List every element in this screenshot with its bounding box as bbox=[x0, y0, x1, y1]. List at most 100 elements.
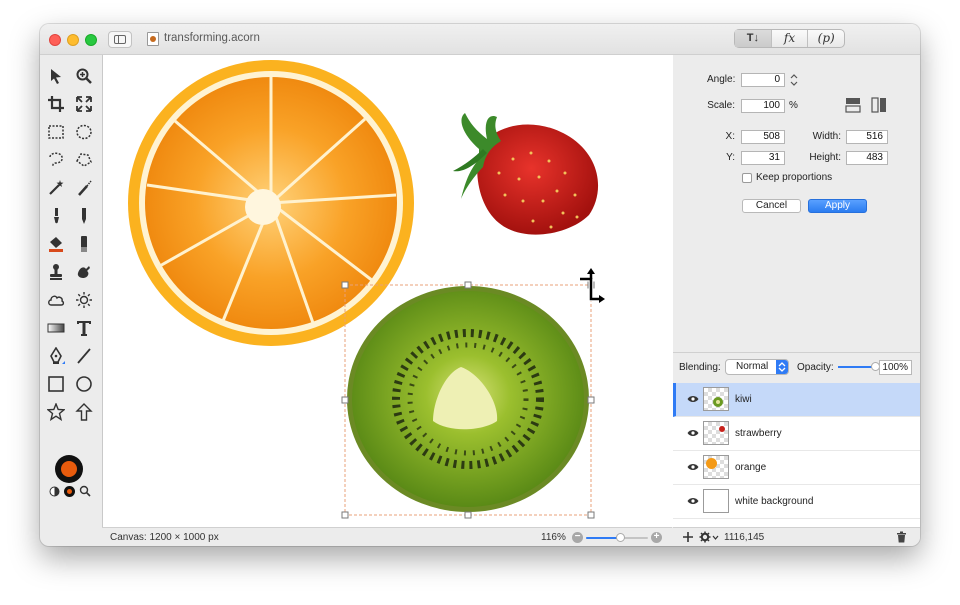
resize-cursor-icon bbox=[580, 268, 605, 303]
layer-row-kiwi[interactable]: kiwi bbox=[673, 383, 920, 417]
star-tool-icon[interactable] bbox=[45, 401, 67, 423]
layers-bottom-bar: 1116,145 bbox=[673, 527, 920, 546]
chevron-updown-icon bbox=[776, 360, 788, 374]
pencil-tool-icon[interactable] bbox=[73, 205, 95, 227]
layer-row-white-background[interactable]: white background bbox=[673, 485, 920, 519]
blending-mode-select[interactable]: Normal bbox=[725, 359, 789, 375]
zoom-in-icon[interactable]: + bbox=[651, 532, 662, 543]
arrow-tool-icon[interactable] bbox=[73, 401, 95, 423]
cancel-button[interactable]: Cancel bbox=[742, 199, 801, 213]
rect-select-tool-icon[interactable] bbox=[45, 121, 67, 143]
color-picker-magnifier-icon[interactable] bbox=[79, 485, 91, 497]
layer-thumbnail-strawberry bbox=[703, 421, 729, 445]
tab-filters[interactable]: fx bbox=[772, 30, 809, 47]
transform-tool-icon[interactable] bbox=[73, 93, 95, 115]
crop-tool-icon[interactable] bbox=[45, 93, 67, 115]
blending-label: Blending: bbox=[679, 362, 721, 373]
height-label: Height: bbox=[809, 152, 841, 163]
scale-unit-label: % bbox=[789, 100, 798, 111]
orange-slice-image bbox=[128, 60, 414, 346]
width-field[interactable]: 516 bbox=[846, 130, 888, 144]
apply-button[interactable]: Apply bbox=[808, 199, 867, 213]
swap-colors-icon[interactable] bbox=[64, 486, 75, 497]
image-canvas[interactable] bbox=[102, 55, 674, 527]
inspector-mode-segmented-control: T↓ fx (p) bbox=[734, 29, 845, 48]
canvas-artwork bbox=[128, 60, 605, 519]
visibility-eye-icon[interactable] bbox=[687, 463, 699, 471]
stroke-color-well[interactable] bbox=[55, 455, 83, 483]
handle-middle-left[interactable] bbox=[341, 396, 349, 404]
default-colors-icon[interactable] bbox=[49, 486, 60, 497]
visibility-eye-icon[interactable] bbox=[687, 497, 699, 505]
canvas-size-label: Canvas: 1200 × 1000 px bbox=[110, 532, 219, 543]
sidebar-icon bbox=[114, 35, 126, 44]
eraser-tool-icon[interactable] bbox=[73, 233, 95, 255]
select-tool-icon[interactable] bbox=[45, 65, 67, 87]
layer-row-strawberry[interactable]: strawberry bbox=[673, 417, 920, 451]
rectangle-tool-icon[interactable] bbox=[45, 373, 67, 395]
clone-tool-icon[interactable] bbox=[45, 261, 67, 283]
layer-thumbnail-white-background bbox=[703, 489, 729, 513]
visibility-eye-icon[interactable] bbox=[687, 395, 699, 403]
tab-properties[interactable]: (p) bbox=[808, 30, 844, 47]
layer-thumbnail-orange bbox=[703, 455, 729, 479]
layers-panel: Blending: Normal Opacity: 100% kiwi stra… bbox=[673, 352, 920, 528]
magic-wand-tool-icon[interactable] bbox=[45, 177, 67, 199]
transform-inspector: Angle: 0 Scale: 100 % X: 508 Width: 516 … bbox=[673, 55, 920, 352]
close-window-button[interactable] bbox=[49, 34, 61, 46]
layer-name: strawberry bbox=[735, 428, 782, 439]
handle-bottom-center[interactable] bbox=[464, 511, 472, 519]
trash-icon[interactable] bbox=[896, 531, 907, 543]
tab-tool-options[interactable]: T↓ bbox=[735, 30, 772, 47]
ellipse-select-tool-icon[interactable] bbox=[73, 121, 95, 143]
fill-tool-icon[interactable] bbox=[45, 233, 67, 255]
zoom-slider-knob[interactable] bbox=[616, 533, 626, 542]
zoom-window-button[interactable] bbox=[85, 34, 97, 46]
zoom-out-icon[interactable]: − bbox=[572, 532, 583, 543]
smart-select-tool-icon[interactable] bbox=[73, 177, 95, 199]
flip-vertical-icon[interactable] bbox=[845, 97, 861, 113]
app-window: transforming.acorn T↓ fx (p) Canvas: 120… bbox=[40, 24, 920, 546]
x-label: X: bbox=[725, 131, 735, 142]
lasso-tool-icon[interactable] bbox=[45, 149, 67, 171]
y-field[interactable]: 31 bbox=[741, 151, 785, 165]
polygon-lasso-tool-icon[interactable] bbox=[73, 149, 95, 171]
zoom-slider[interactable] bbox=[586, 533, 648, 542]
toggle-sidebar-button[interactable] bbox=[108, 31, 132, 48]
zoom-tool-icon[interactable] bbox=[73, 65, 95, 87]
minimize-window-button[interactable] bbox=[67, 34, 79, 46]
opacity-field[interactable]: 100% bbox=[879, 360, 912, 375]
layer-actions-gear-icon[interactable] bbox=[699, 531, 719, 543]
add-layer-icon[interactable] bbox=[682, 531, 694, 543]
handle-middle-right[interactable] bbox=[587, 396, 595, 404]
layer-name: white background bbox=[735, 496, 814, 507]
zoom-slider-fill bbox=[586, 537, 621, 539]
height-field[interactable]: 483 bbox=[846, 151, 888, 165]
opacity-label: Opacity: bbox=[797, 362, 834, 373]
tool-palette bbox=[40, 55, 101, 527]
fill-color-well[interactable] bbox=[61, 461, 77, 477]
sun-tool-icon[interactable] bbox=[73, 289, 95, 311]
layer-row-orange[interactable]: orange bbox=[673, 451, 920, 485]
brush-tool-icon[interactable] bbox=[45, 205, 67, 227]
scale-field[interactable]: 100 bbox=[741, 99, 785, 113]
flip-horizontal-icon[interactable] bbox=[871, 97, 887, 113]
gradient-tool-icon[interactable] bbox=[45, 317, 67, 339]
handle-bottom-left[interactable] bbox=[341, 511, 349, 519]
text-tool-icon[interactable] bbox=[73, 317, 95, 339]
handle-top-center[interactable] bbox=[464, 281, 472, 289]
visibility-eye-icon[interactable] bbox=[687, 429, 699, 437]
handle-bottom-right[interactable] bbox=[587, 511, 595, 519]
shape-cloud-tool-icon[interactable] bbox=[45, 289, 67, 311]
handle-top-left[interactable] bbox=[341, 281, 349, 289]
angle-label: Angle: bbox=[707, 74, 736, 85]
smudge-tool-icon[interactable] bbox=[73, 261, 95, 283]
angle-stepper-icon[interactable] bbox=[790, 73, 798, 87]
scale-label: Scale: bbox=[707, 100, 735, 111]
angle-field[interactable]: 0 bbox=[741, 73, 785, 87]
keep-proportions-checkbox[interactable] bbox=[742, 173, 752, 183]
line-tool-icon[interactable] bbox=[73, 345, 95, 367]
pen-tool-icon[interactable] bbox=[45, 345, 67, 367]
x-field[interactable]: 508 bbox=[741, 130, 785, 144]
oval-tool-icon[interactable] bbox=[73, 373, 95, 395]
